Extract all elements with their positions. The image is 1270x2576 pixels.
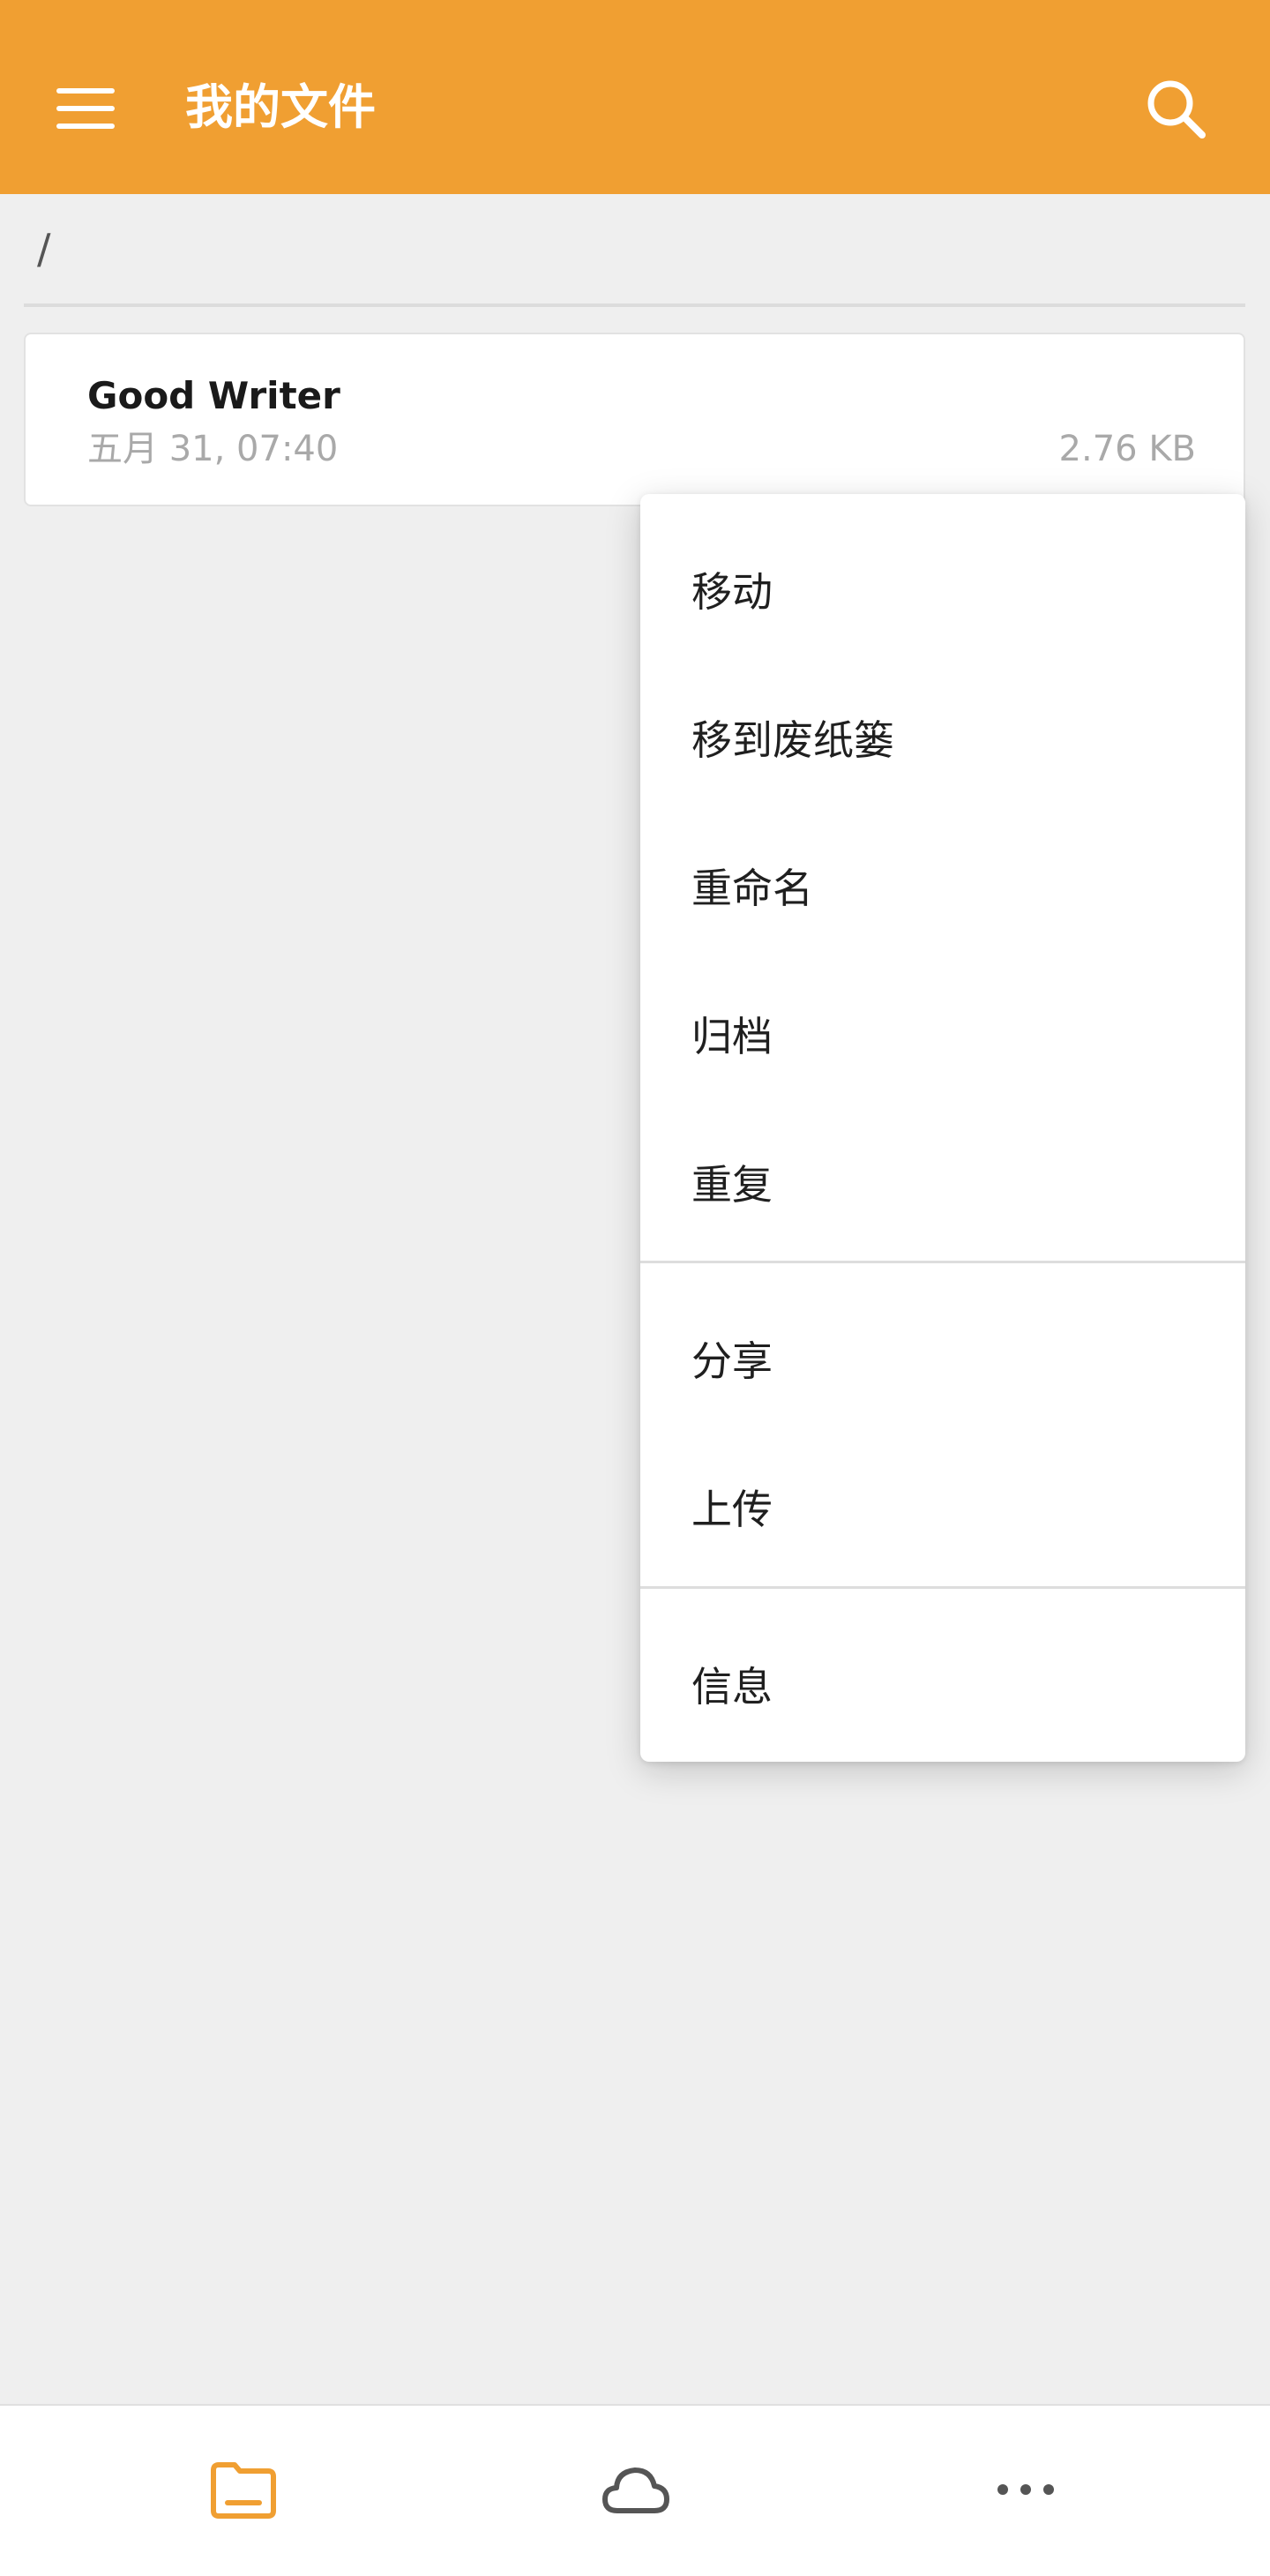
context-menu: 移动 移到废纸篓 重命名 归档 重复 分享 上传 信息	[640, 494, 1245, 1762]
breadcrumb-divider	[24, 303, 1245, 307]
file-list-item[interactable]: Good Writer 五月 31, 07:40 2.76 KB	[24, 333, 1245, 506]
menu-item-duplicate[interactable]: 重复	[640, 1108, 1245, 1256]
folder-icon	[211, 2462, 276, 2519]
menu-item-upload[interactable]: 上传	[640, 1433, 1245, 1581]
app-bar: 我的文件	[0, 0, 1270, 194]
nav-files-button[interactable]	[195, 2441, 292, 2538]
menu-item-archive[interactable]: 归档	[640, 960, 1245, 1108]
file-date: 五月 31, 07:40	[87, 429, 339, 469]
more-horizontal-icon	[997, 2484, 1054, 2495]
menu-item-share[interactable]: 分享	[640, 1284, 1245, 1433]
breadcrumb[interactable]: /	[37, 222, 51, 275]
menu-separator	[640, 1261, 1245, 1263]
app-root: 我的文件 / Good Writer 五月 31, 07:40 2.76 KB …	[0, 0, 1270, 2576]
page-title: 我的文件	[185, 79, 376, 135]
bottom-navigation	[0, 2404, 1270, 2576]
nav-cloud-button[interactable]	[586, 2441, 684, 2538]
file-size: 2.76 KB	[1058, 429, 1196, 469]
search-button[interactable]	[1136, 69, 1215, 148]
cloud-icon	[602, 2467, 669, 2513]
search-icon	[1147, 80, 1206, 139]
menu-item-info[interactable]: 信息	[640, 1610, 1245, 1758]
nav-more-button[interactable]	[977, 2441, 1074, 2538]
menu-item-move-to-trash[interactable]: 移到废纸篓	[640, 663, 1245, 812]
menu-item-move[interactable]: 移动	[640, 515, 1245, 663]
menu-item-rename[interactable]: 重命名	[640, 812, 1245, 960]
menu-separator	[640, 1586, 1245, 1589]
hamburger-menu-icon	[56, 88, 115, 129]
menu-button[interactable]	[46, 69, 125, 148]
file-name: Good Writer	[87, 374, 340, 417]
